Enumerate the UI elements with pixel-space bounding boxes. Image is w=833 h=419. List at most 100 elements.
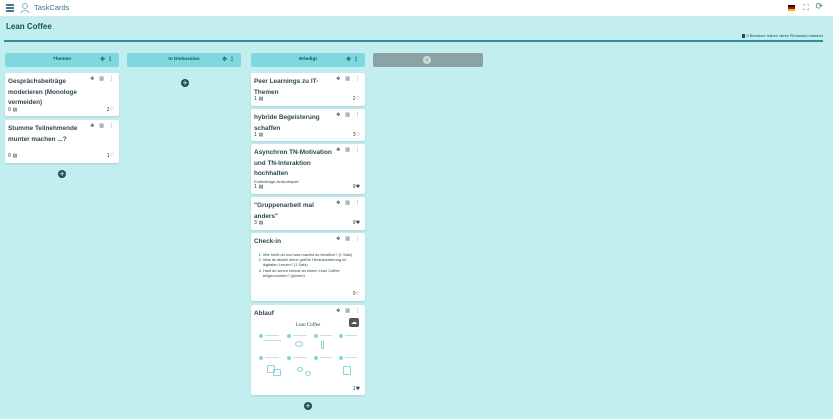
heart-icon: ♡ [109,108,114,113]
add-column-button[interactable]: + [373,53,483,67]
german-flag-icon[interactable] [788,5,795,11]
list-item: Hast du schon einmal an einem Lean Coffe… [263,268,355,278]
more-vertical-icon[interactable]: ⋮ [107,53,113,67]
vote-count[interactable]: 2♡ [107,108,114,113]
move-icon[interactable]: ✥ [336,200,340,206]
more-vertical-icon[interactable]: ⋮ [109,76,114,82]
heart-icon: ♥ [355,221,360,226]
more-vertical-icon[interactable]: ⋮ [355,236,360,242]
move-icon[interactable]: ✥ [100,53,105,67]
refresh-icon[interactable]: ⟳ [815,2,823,12]
move-icon[interactable]: ✥ [336,147,340,153]
card-tools: ✥ ▥ ⋮ [90,76,114,82]
move-icon[interactable]: ✥ [222,53,227,67]
vote-count[interactable]: 9♥ [353,221,360,226]
comment-count[interactable]: 1 ▤ [254,133,263,138]
column-header[interactable]: In Diskussion ✥ ⋮ [127,53,241,67]
card-tools: ✥ ▥ ⋮ [336,200,360,206]
card[interactable]: Gesprächsbeiträge moderieren (Monologe v… [5,73,119,116]
delete-icon[interactable]: ▥ [99,123,104,129]
delete-icon[interactable]: ▥ [345,200,350,206]
step-line [320,357,332,358]
card[interactable]: Stumme Teilnehmende munter machen ...? ✥… [5,120,119,163]
move-icon[interactable]: ✥ [336,308,340,314]
delete-icon[interactable]: ▥ [345,147,350,153]
card-title: hybride Begeisterung schaffen [254,114,320,132]
more-vertical-icon[interactable]: ⋮ [355,200,360,206]
sketch [295,341,303,347]
vote-count[interactable]: 2♡ [353,97,360,102]
step-line [293,335,307,336]
board-divider [4,40,823,42]
column-header[interactable]: Themen ✥ ⋮ [5,53,119,67]
sketch [343,366,351,375]
heart-icon: ♡ [355,133,360,138]
vote-count[interactable]: 1♡ [107,154,114,159]
comment-count[interactable]: 0 ▤ [8,108,17,113]
move-icon[interactable]: ✥ [90,123,94,129]
add-card-button[interactable]: + [58,170,66,178]
ablauf-image[interactable]: Lean Coffee ☁ [255,318,361,382]
sketch [321,341,324,349]
add-card-button[interactable]: + [304,402,312,410]
card[interactable]: Peer Learnings zu IT-Themen ✥ ▥ ⋮ 1 ▤ 2♡ [251,73,365,106]
heart-icon: ♡ [109,154,114,159]
more-vertical-icon[interactable]: ⋮ [355,76,360,82]
sketch [305,371,311,376]
vote-count[interactable]: 3♡ [353,133,360,138]
app-title[interactable]: TaskCards [34,3,69,12]
card[interactable]: Check-in ✥ ▥ ⋮ Wie heißt du und was mach… [251,233,365,301]
column-erledigt: Erledigt ✥ ⋮ Peer Learnings zu IT-Themen… [251,53,365,410]
heart-icon: ♥ [355,387,360,392]
comment-count[interactable]: 3 ▤ [254,221,263,226]
taskcards-logo-icon [20,3,30,14]
comment-count[interactable]: 1 ▤ [254,185,263,190]
more-vertical-icon[interactable]: ⋮ [355,147,360,153]
cloud-icon[interactable]: ☁ [349,318,359,327]
delete-icon[interactable]: ▥ [345,76,350,82]
card[interactable]: Asynchron TN-Motivation und TN-Interakti… [251,144,365,194]
move-icon[interactable]: ✥ [336,236,340,242]
card[interactable]: "Gruppenarbeit mal anders" ✥ ▥ ⋮ 3 ▤ 9♥ [251,197,365,230]
card-title: Ablauf [254,310,274,317]
more-vertical-icon[interactable]: ⋮ [229,53,235,67]
comment-count[interactable]: 1 ▤ [254,97,263,102]
vote-count[interactable]: 0♡ [353,292,360,297]
board-title: Lean Coffee [6,22,52,31]
fullscreen-icon[interactable]: ⛶ [803,3,809,13]
step-line [345,335,357,336]
vote-count[interactable]: 9♥ [353,185,360,190]
vote-count[interactable]: 1♥ [353,387,360,392]
step-line [265,335,279,336]
delete-icon[interactable]: ▥ [99,76,104,82]
more-vertical-icon[interactable]: ⋮ [355,112,360,118]
add-card-button[interactable]: + [181,79,189,87]
card[interactable]: hybride Begeisterung schaffen ✥ ▥ ⋮ 1 ▤ … [251,109,365,141]
step-line [320,335,332,336]
move-icon[interactable]: ✥ [336,76,340,82]
delete-icon[interactable]: ▥ [345,112,350,118]
step-line [265,357,279,358]
delete-icon[interactable]: ▥ [345,236,350,242]
move-icon[interactable]: ✥ [336,112,340,118]
card-tools: ✥ ▥ ⋮ [336,147,360,153]
column-title: Themen [52,57,72,62]
card-checklist: Wie heißt du und was machst du beruflich… [263,252,355,278]
step-dot [259,356,263,360]
delete-icon[interactable]: ▥ [345,308,350,314]
more-vertical-icon[interactable]: ⋮ [353,53,359,67]
card-title: Check-in [254,238,281,245]
step-line [293,357,307,358]
bookmark-icon[interactable] [741,33,745,38]
move-icon[interactable]: ✥ [346,53,351,67]
comment-count[interactable]: 0 ▤ [8,154,17,159]
card-title: Peer Learnings zu IT-Themen [254,78,319,96]
hamburger-menu-icon[interactable] [6,4,14,12]
move-icon[interactable]: ✥ [90,76,94,82]
marked-info: 0 Benutzer haben diese Pinnwand markiert [741,33,823,38]
card-subtitle: Endlosfrage-Antwortspiel [254,179,299,184]
more-vertical-icon[interactable]: ⋮ [355,308,360,314]
more-vertical-icon[interactable]: ⋮ [109,123,114,129]
card[interactable]: Ablauf ✥ ▥ ⋮ Lean Coffee ☁ 1♥ [251,305,365,395]
column-header[interactable]: Erledigt ✥ ⋮ [251,53,365,67]
